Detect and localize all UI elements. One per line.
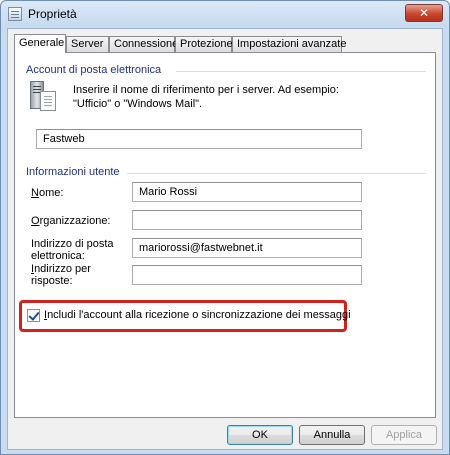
mail-server-icon — [28, 81, 58, 115]
account-group-divider — [176, 71, 426, 72]
user-info-group-title: Informazioni utente — [26, 166, 120, 178]
ok-button[interactable]: OK — [227, 425, 293, 445]
name-input[interactable]: Mario Rossi — [132, 182, 362, 202]
tab-connessione[interactable]: Connessione — [109, 36, 178, 52]
tab-impostazioni-avanzate[interactable]: Impostazioni avanzate — [232, 36, 346, 52]
organization-input[interactable] — [132, 210, 362, 230]
apply-button[interactable]: Applica — [371, 425, 437, 445]
close-button[interactable]: ✕ — [405, 4, 443, 22]
reply-address-input[interactable] — [132, 265, 362, 285]
tab-generale[interactable]: Generale — [14, 34, 66, 53]
reply-address-label: Indirizzo per risposte: — [31, 263, 91, 287]
properties-dialog: Proprietà ✕ Generale Server Connessione … — [0, 0, 450, 455]
email-input[interactable]: mariorossi@fastwebnet.it — [132, 238, 362, 258]
account-description: Inserire il nome di riferimento per i se… — [73, 84, 339, 110]
tab-protezione[interactable]: Protezione — [175, 36, 233, 52]
account-name-input[interactable]: Fastweb — [36, 129, 362, 149]
cancel-button[interactable]: Annulla — [299, 425, 365, 445]
title-bar: Proprietà ✕ — [1, 1, 449, 27]
properties-icon — [8, 7, 22, 21]
tab-server[interactable]: Server — [66, 36, 109, 52]
user-info-group-divider — [127, 173, 426, 174]
organization-label: Organizzazione: — [31, 215, 111, 227]
include-account-checkbox[interactable] — [27, 309, 40, 322]
account-group-title: Account di posta elettronica — [26, 64, 162, 76]
include-account-label[interactable]: Includi l'account alla ricezione o sincr… — [44, 309, 351, 321]
name-label: Nome: — [31, 187, 64, 199]
email-label: Indirizzo di posta elettronica: — [31, 238, 114, 262]
window-title: Proprietà — [28, 7, 77, 21]
